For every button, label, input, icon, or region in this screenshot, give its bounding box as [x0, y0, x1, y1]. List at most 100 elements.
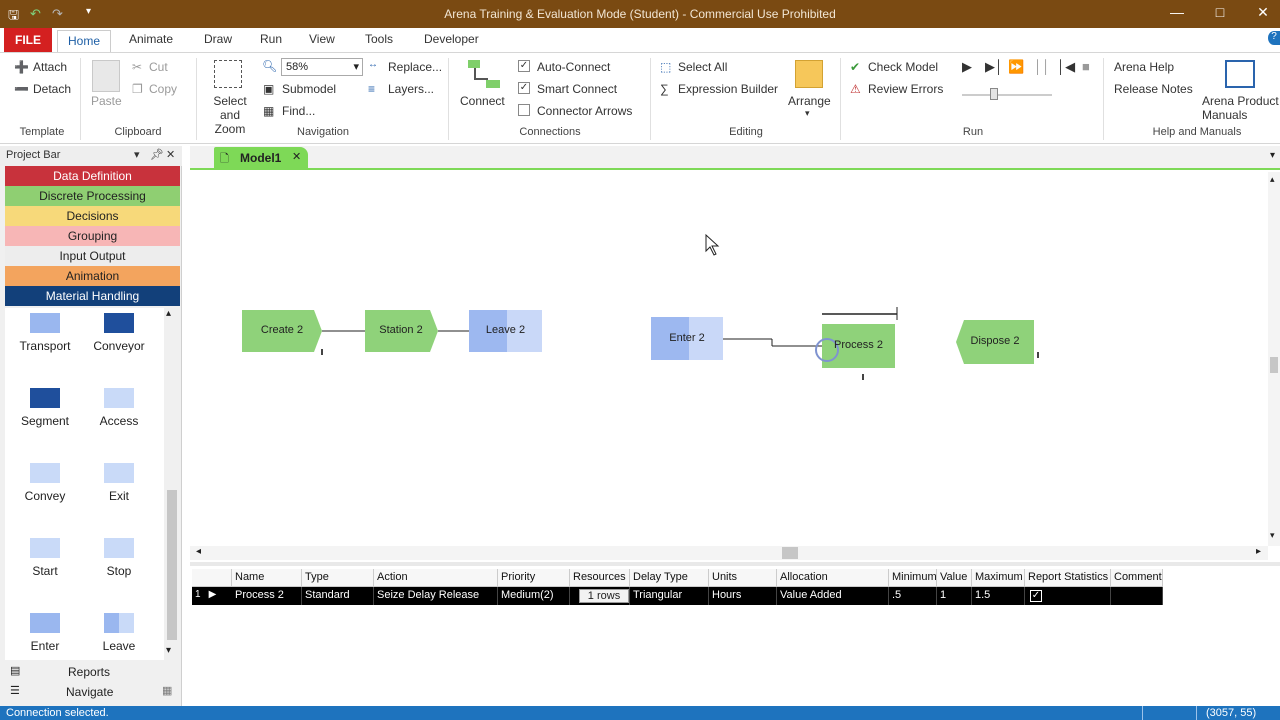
- tab-model1[interactable]: 🗋 Model1 ✕: [214, 147, 308, 169]
- tab-tools[interactable]: Tools: [365, 32, 393, 46]
- tab-home[interactable]: Home: [57, 30, 111, 52]
- canvas-horizontal-scrollbar[interactable]: ◂ ▸: [190, 546, 1268, 560]
- zoom-combobox[interactable]: 58% ▾: [281, 58, 363, 76]
- product-manuals-button[interactable]: Arena Product Manuals: [1202, 94, 1280, 122]
- tab-view[interactable]: View: [309, 32, 335, 46]
- cell-resources[interactable]: 1 rows: [570, 587, 630, 605]
- smart-connect-checkbox[interactable]: ✓: [518, 82, 530, 94]
- connect-button[interactable]: Connect: [460, 94, 505, 108]
- tab-run[interactable]: Run: [260, 32, 282, 46]
- chevron-down-icon[interactable]: ▾: [134, 148, 140, 161]
- canvas-vertical-scrollbar[interactable]: ▴ ▾: [1268, 172, 1280, 546]
- module-conveyor[interactable]: Conveyor: [84, 313, 154, 353]
- scroll-right-icon[interactable]: ▸: [1256, 546, 1261, 557]
- arrange-button[interactable]: Arrange: [788, 94, 831, 108]
- step-icon[interactable]: ▶│: [985, 59, 1003, 75]
- tab-animate[interactable]: Animate: [129, 32, 173, 46]
- paste-button[interactable]: Paste: [91, 94, 122, 108]
- scroll-up-icon[interactable]: ▴: [1270, 174, 1275, 185]
- panel-material-handling[interactable]: Material Handling: [5, 286, 180, 306]
- module-segment[interactable]: Segment: [10, 388, 80, 428]
- module-start[interactable]: Start: [10, 538, 80, 578]
- column-header-units[interactable]: Units: [709, 569, 777, 587]
- cell-allocation[interactable]: Value Added: [777, 587, 889, 605]
- cell-maximum[interactable]: 1.5: [972, 587, 1025, 605]
- cut-button[interactable]: Cut: [149, 60, 168, 74]
- scroll-up-icon[interactable]: ▴: [166, 308, 171, 319]
- review-errors-button[interactable]: Review Errors: [868, 82, 943, 96]
- column-header-maximum[interactable]: Maximum: [972, 569, 1025, 587]
- column-header-type[interactable]: Type: [302, 569, 374, 587]
- cell-delay-type[interactable]: Triangular: [630, 587, 709, 605]
- scroll-left-icon[interactable]: ◂: [196, 546, 201, 557]
- tab-developer[interactable]: Developer: [424, 32, 479, 46]
- slider-thumb[interactable]: [990, 88, 998, 100]
- check-model-button[interactable]: Check Model: [868, 60, 938, 74]
- module-exit[interactable]: Exit: [84, 463, 154, 503]
- expression-builder-button[interactable]: Expression Builder: [678, 82, 778, 96]
- copy-button[interactable]: Copy: [149, 82, 177, 96]
- module-leave[interactable]: Leave: [84, 613, 154, 653]
- layers-button[interactable]: Layers...: [388, 82, 434, 96]
- column-header-value[interactable]: Value: [937, 569, 972, 587]
- start-over-icon[interactable]: │◀: [1057, 59, 1075, 75]
- close-window-button[interactable]: ✕: [1248, 4, 1278, 24]
- panel-decisions[interactable]: Decisions: [5, 206, 180, 226]
- thumbnail-icon[interactable]: ▦: [162, 684, 172, 697]
- navigate-panel[interactable]: Navigate: [66, 685, 113, 699]
- connector-arrows-checkbox[interactable]: [518, 104, 530, 116]
- auto-connect-checkbox[interactable]: ✓: [518, 60, 530, 72]
- reports-panel[interactable]: Reports: [68, 665, 110, 679]
- row-header[interactable]: 1 ▶: [192, 587, 232, 605]
- pause-icon[interactable]: ││: [1034, 59, 1050, 74]
- column-header-delay-type[interactable]: Delay Type: [630, 569, 709, 587]
- cell-name[interactable]: Process 2: [232, 587, 302, 605]
- scroll-thumb[interactable]: [167, 490, 177, 640]
- attach-button[interactable]: Attach: [33, 60, 67, 74]
- close-tab-icon[interactable]: ✕: [292, 150, 301, 163]
- scroll-thumb[interactable]: [1270, 357, 1278, 373]
- fast-forward-icon[interactable]: ⏩: [1008, 59, 1024, 75]
- column-header-minimum[interactable]: Minimum: [889, 569, 937, 587]
- minimize-button[interactable]: ―: [1162, 4, 1192, 24]
- module-convey[interactable]: Convey: [10, 463, 80, 503]
- tab-file[interactable]: FILE: [4, 28, 52, 52]
- select-and-zoom-button[interactable]: Select and Zoom: [203, 94, 257, 136]
- scroll-thumb[interactable]: [782, 547, 798, 559]
- detach-button[interactable]: Detach: [33, 82, 71, 96]
- splitter[interactable]: [190, 562, 1280, 566]
- run-speed-slider[interactable]: [962, 94, 1052, 96]
- find-button[interactable]: Find...: [282, 104, 315, 118]
- report-statistics-checkbox[interactable]: ✓: [1030, 590, 1042, 602]
- replace-button[interactable]: Replace...: [388, 60, 442, 74]
- cell-action[interactable]: Seize Delay Release: [374, 587, 498, 605]
- submodel-button[interactable]: Submodel: [282, 82, 336, 96]
- cell-value[interactable]: 1: [937, 587, 972, 605]
- select-all-button[interactable]: Select All: [678, 60, 727, 74]
- module-stop[interactable]: Stop: [84, 538, 154, 578]
- arena-help-button[interactable]: Arena Help: [1114, 60, 1174, 74]
- panel-input-output[interactable]: Input Output: [5, 246, 180, 266]
- go-icon[interactable]: ▶: [962, 59, 972, 75]
- cell-type[interactable]: Standard: [302, 587, 374, 605]
- panel-discrete-processing[interactable]: Discrete Processing: [5, 186, 180, 206]
- module-access[interactable]: Access: [84, 388, 154, 428]
- column-header-report-statistics[interactable]: Report Statistics: [1025, 569, 1111, 587]
- panel-animation[interactable]: Animation: [5, 266, 180, 286]
- cell-minimum[interactable]: .5: [889, 587, 937, 605]
- cell-report-statistics[interactable]: ✓: [1025, 587, 1111, 605]
- column-header-resources[interactable]: Resources: [570, 569, 630, 587]
- palette-scrollbar[interactable]: ▴ ▾: [164, 308, 180, 660]
- pin-icon[interactable]: 📌︎: [150, 148, 164, 161]
- resources-rows-button[interactable]: 1 rows: [579, 589, 629, 603]
- cell-units[interactable]: Hours: [709, 587, 777, 605]
- scroll-down-icon[interactable]: ▾: [166, 645, 171, 656]
- column-header-priority[interactable]: Priority: [498, 569, 570, 587]
- panel-grouping[interactable]: Grouping: [5, 226, 180, 246]
- module-transport[interactable]: Transport: [10, 313, 80, 353]
- cell-priority[interactable]: Medium(2): [498, 587, 570, 605]
- column-header-allocation[interactable]: Allocation: [777, 569, 889, 587]
- cell-comment[interactable]: [1111, 587, 1163, 605]
- column-header-comment[interactable]: Comment: [1111, 569, 1163, 587]
- maximize-button[interactable]: □: [1205, 4, 1235, 24]
